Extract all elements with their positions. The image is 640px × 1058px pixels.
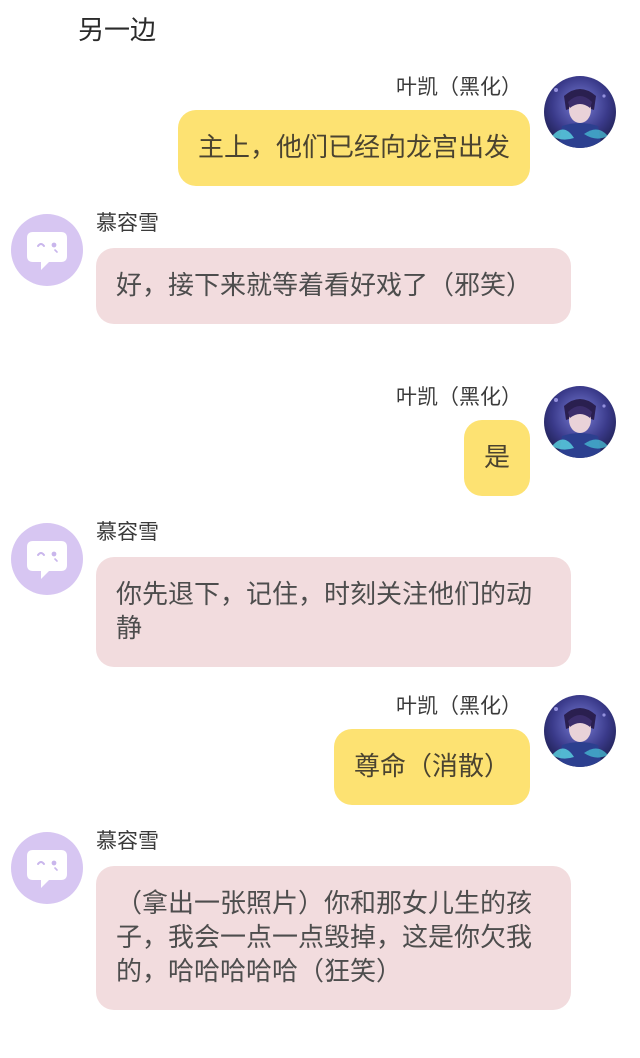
chat-bubble-face-icon xyxy=(27,850,67,888)
sender-name: 叶凯（黑化） xyxy=(396,694,522,718)
character-avatar-icon xyxy=(544,76,616,148)
sender-name: 慕容雪 xyxy=(96,520,159,544)
avatar[interactable] xyxy=(544,695,616,767)
avatar[interactable] xyxy=(11,214,83,286)
chat-bubble-face-icon xyxy=(27,541,67,579)
avatar[interactable] xyxy=(11,832,83,904)
character-avatar-icon xyxy=(544,386,616,458)
message-bubble: 是 xyxy=(463,420,530,496)
chat-bubble-face-icon xyxy=(27,232,67,270)
avatar[interactable] xyxy=(11,523,83,595)
narration-text: 另一边 xyxy=(78,16,157,46)
sender-name: 慕容雪 xyxy=(96,211,159,235)
message-bubble: 主上，他们已经向龙宫出发 xyxy=(177,110,530,186)
message-bubble: 尊命（消散） xyxy=(333,729,530,805)
message-bubble: 你先退下，记住，时刻关注他们的动静 xyxy=(96,557,571,667)
sender-name: 慕容雪 xyxy=(96,829,159,853)
sender-name: 叶凯（黑化） xyxy=(396,385,522,409)
avatar[interactable] xyxy=(544,386,616,458)
avatar[interactable] xyxy=(544,76,616,148)
message-bubble: （拿出一张照片）你和那女儿生的孩子，我会一点一点毁掉，这是你欠我的，哈哈哈哈哈（… xyxy=(96,866,571,1010)
sender-name: 叶凯（黑化） xyxy=(396,75,522,99)
message-bubble: 好，接下来就等着看好戏了（邪笑） xyxy=(96,248,571,324)
character-avatar-icon xyxy=(544,695,616,767)
